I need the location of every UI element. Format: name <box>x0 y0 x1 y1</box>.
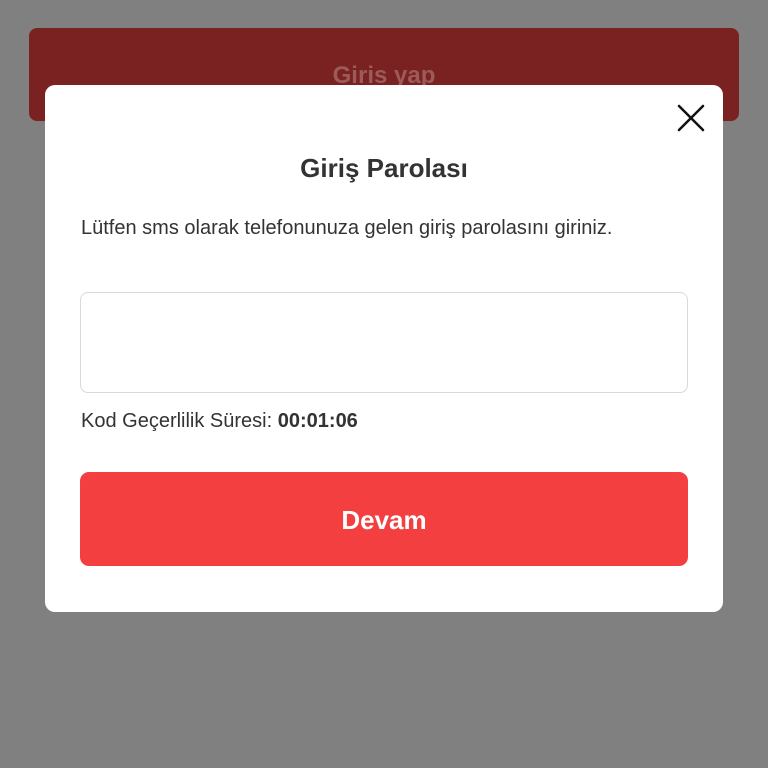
close-button[interactable] <box>677 104 705 132</box>
validity-label: Kod Geçerlilik Süresi: <box>81 410 273 432</box>
screen: Giris yap Giriş Parolası Lütfen sms olar… <box>0 0 768 768</box>
continue-button[interactable]: Devam <box>80 472 688 566</box>
password-modal: Giriş Parolası Lütfen sms olarak telefon… <box>45 85 723 612</box>
sms-code-input[interactable] <box>80 292 688 393</box>
modal-title: Giriş Parolası <box>300 153 468 183</box>
validity-timer: 00:01:06 <box>277 410 358 432</box>
modal-description: Lütfen sms olarak telefonunuza gelen gir… <box>81 217 613 239</box>
code-validity: Kod Geçerlilik Süresi: 00:01:06 <box>81 410 358 433</box>
close-icon <box>677 104 705 132</box>
